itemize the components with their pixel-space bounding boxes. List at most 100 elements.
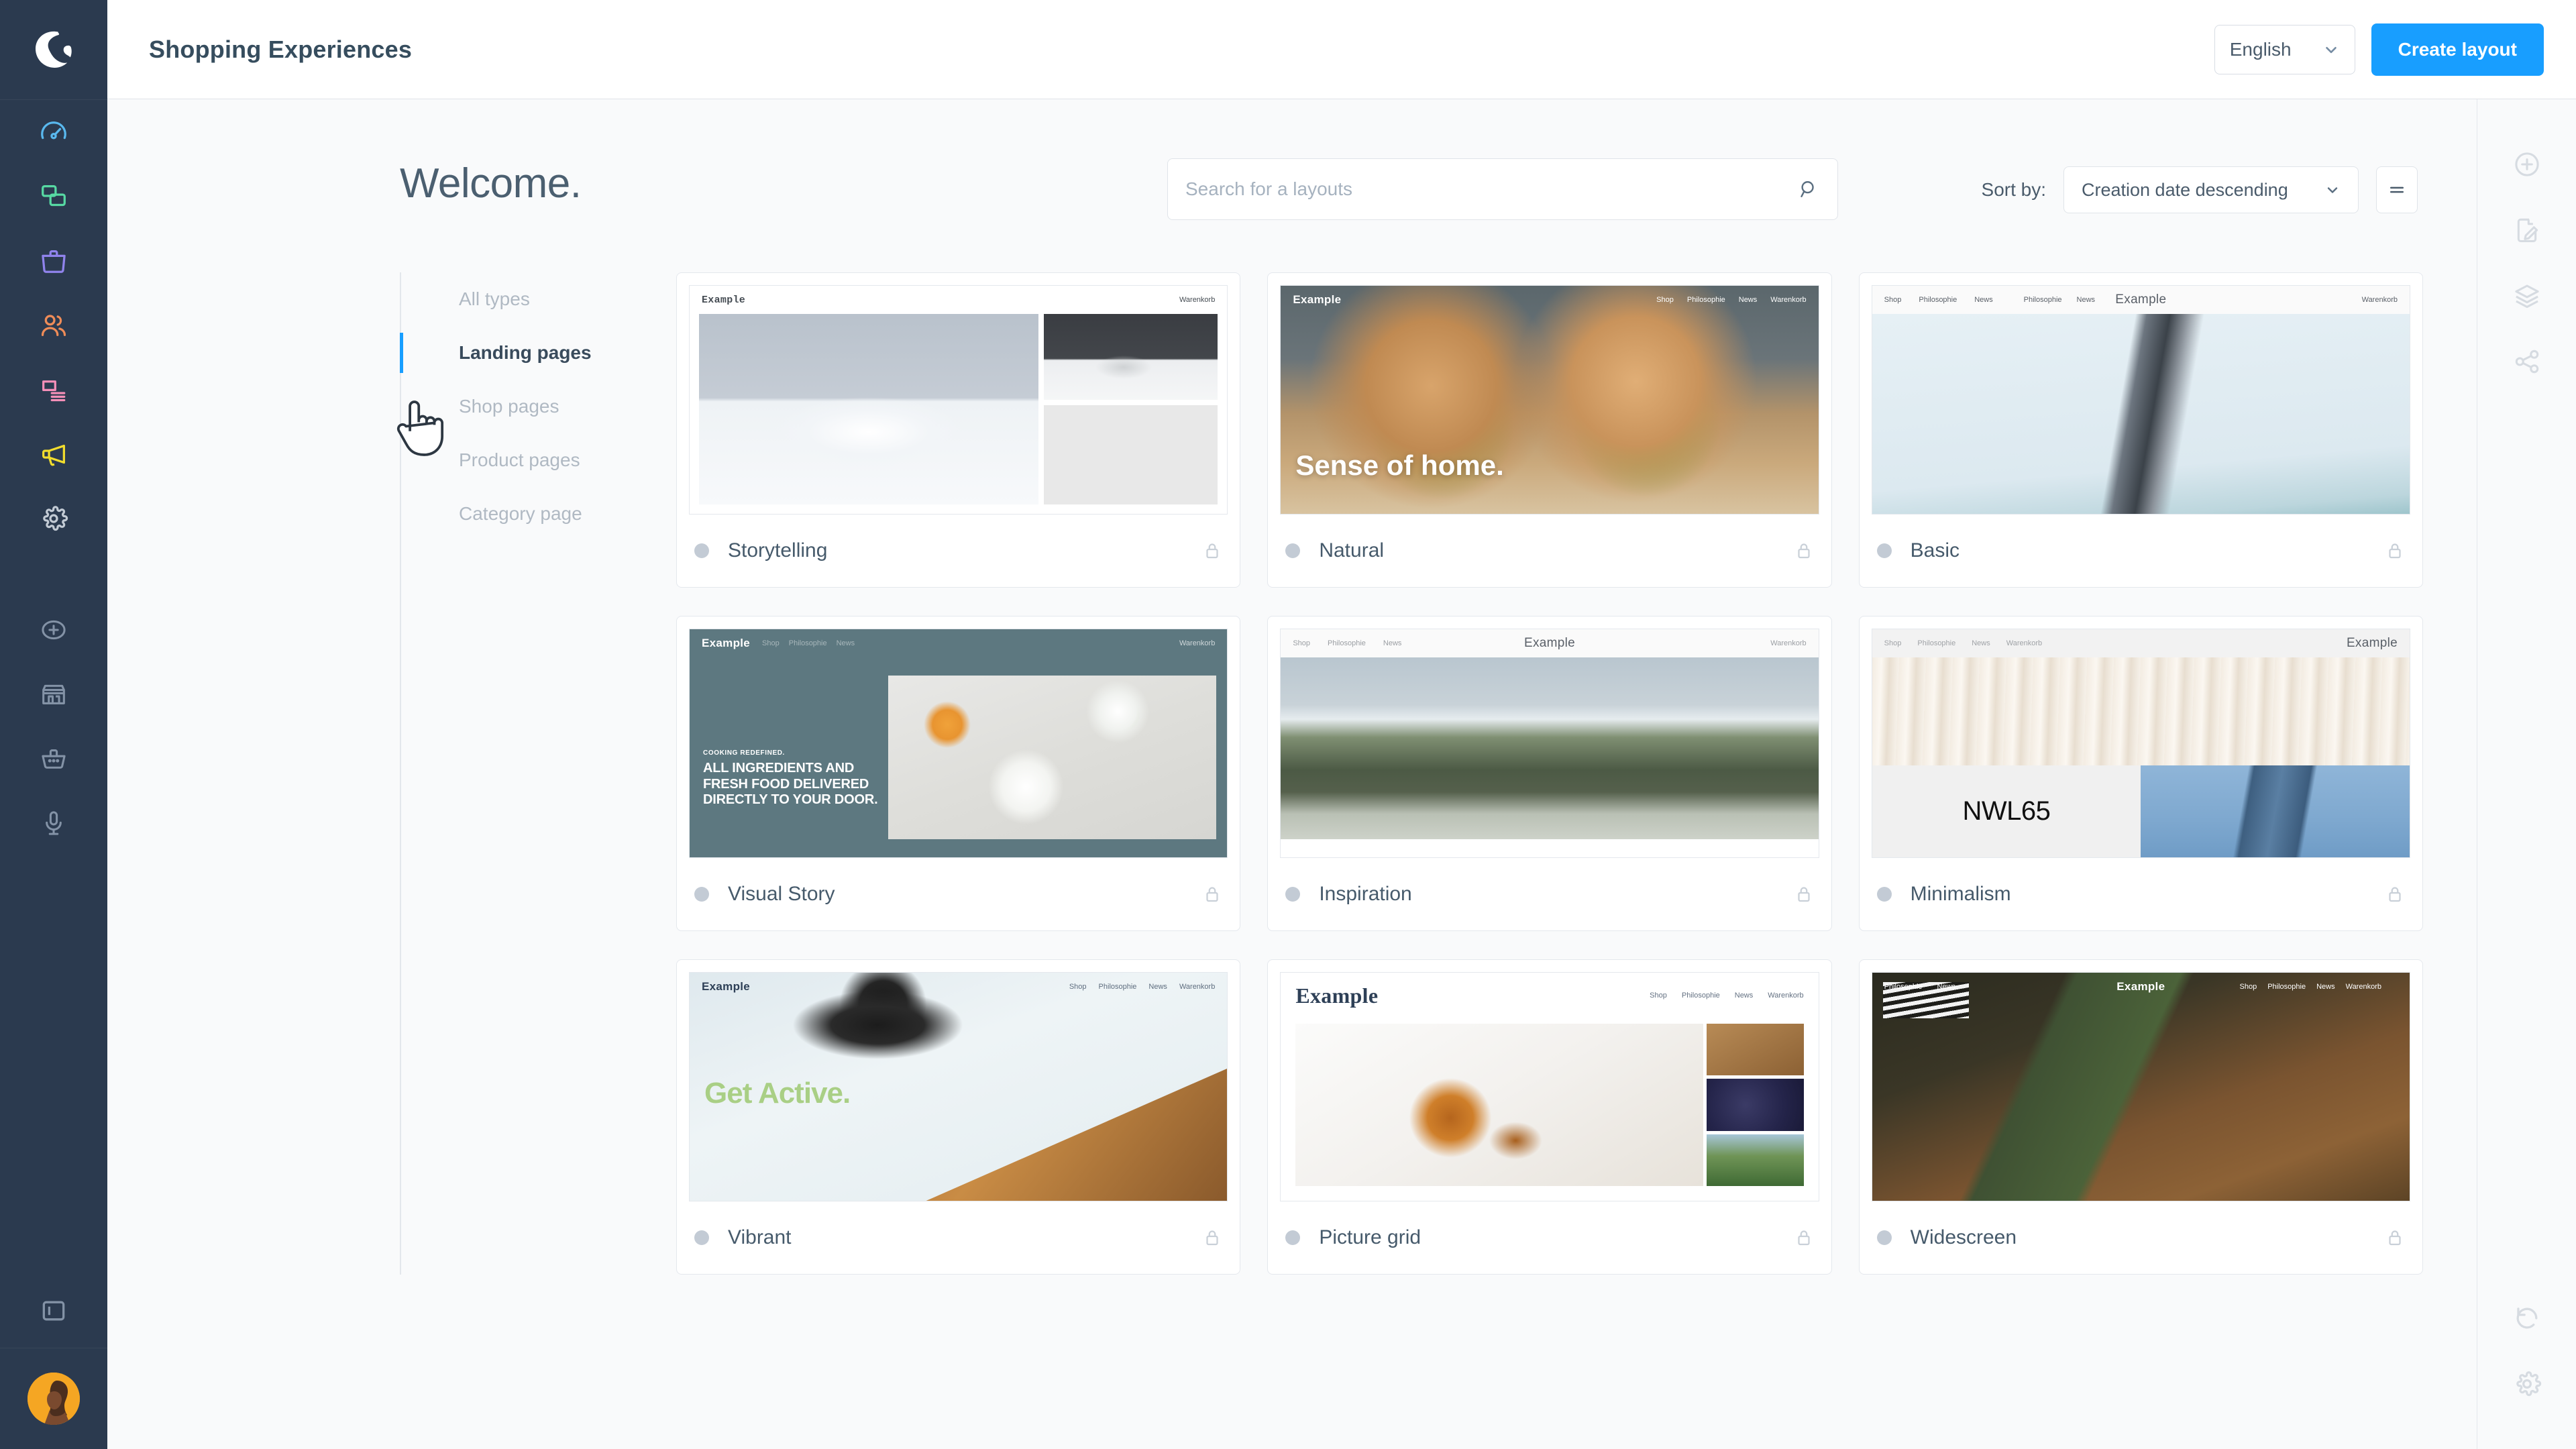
content-blocks-icon xyxy=(42,380,66,402)
layout-name: Visual Story xyxy=(728,883,835,905)
layout-card[interactable]: Example Shop Philosophie News Warenkorb xyxy=(676,959,1241,1275)
sidebar-item-voice[interactable] xyxy=(0,791,107,855)
share-icon xyxy=(2515,350,2538,374)
right-sidebar-share[interactable] xyxy=(2477,329,2576,394)
sidebar-item-dashboard[interactable] xyxy=(0,100,107,164)
preview-nav-link: Philosophie xyxy=(1919,296,1957,304)
sidebar-item-marketing[interactable] xyxy=(0,422,107,486)
lock-icon[interactable] xyxy=(2385,1228,2405,1248)
right-sidebar-settings[interactable] xyxy=(2477,1351,2576,1417)
language-select[interactable]: English xyxy=(2214,24,2355,74)
preview-nav-link: Shop xyxy=(1650,991,1667,1000)
layout-card[interactable]: Shop Philosophie News Warenkorb Example xyxy=(1858,616,2423,931)
filter-label: Category page xyxy=(459,503,582,524)
layout-preview: Example Shop Philosophie News Warenkorb xyxy=(1280,972,1819,1201)
preview-nav-link: News xyxy=(1937,983,1956,991)
preview-nav-link: News xyxy=(1383,639,1402,647)
layout-card[interactable]: Example Shop Philosophie News Warenkorb xyxy=(1267,272,1832,588)
content-area: Welcome. Sort by: Creation date descendi… xyxy=(107,99,2477,1449)
preview-nav-link: Shop xyxy=(1884,296,1902,304)
lock-icon[interactable] xyxy=(1202,541,1222,561)
lock-icon[interactable] xyxy=(1202,1228,1222,1248)
status-badge xyxy=(1876,887,1892,902)
preview-nav-link: Philosophie xyxy=(2267,983,2306,991)
lock-icon[interactable] xyxy=(1202,884,1222,904)
filter-item-landing-pages[interactable]: Landing pages xyxy=(400,326,635,380)
layout-card[interactable]: Shop Philosophie News Example Philosophi… xyxy=(1858,272,2423,588)
layout-card-footer: Natural xyxy=(1280,515,1819,587)
filter-item-product-pages[interactable]: Product pages xyxy=(447,433,635,487)
layout-card[interactable]: Example Shop Philosophie News Warenkorb … xyxy=(676,616,1241,931)
content-inner: Welcome. Sort by: Creation date descendi… xyxy=(107,152,2477,1275)
sidebar-item-customers[interactable] xyxy=(0,293,107,358)
layout-card-footer: Vibrant xyxy=(689,1201,1228,1274)
create-layout-button[interactable]: Create layout xyxy=(2371,23,2544,76)
layout-preview: Example Shop Philosophie News Warenkorb xyxy=(689,972,1228,1201)
search-box[interactable] xyxy=(1167,158,1838,220)
preview-nav-link: Shop xyxy=(1884,639,1902,647)
shopping-basket-icon xyxy=(42,749,66,769)
filter-item-all-types[interactable]: All types xyxy=(447,272,635,326)
app-logo[interactable] xyxy=(0,0,107,99)
welcome-heading: Welcome. xyxy=(400,160,582,207)
preview-nav-link: News xyxy=(1734,991,1754,1000)
layout-preview: Philosophie News Example Shop Philosophi… xyxy=(1871,972,2410,1201)
sidebar-item-orders[interactable] xyxy=(0,229,107,293)
user-menu[interactable] xyxy=(0,1348,107,1449)
sort-label: Sort by: xyxy=(1981,179,2046,200)
people-icon xyxy=(41,315,66,337)
layout-preview: Example Shop Philosophie News Warenkorb xyxy=(1280,285,1819,515)
view-toggle-button[interactable] xyxy=(2376,166,2418,213)
layout-name: Storytelling xyxy=(728,539,828,561)
megaphone-icon xyxy=(42,444,65,466)
filter-item-category-page[interactable]: Category page xyxy=(447,487,635,541)
lock-icon[interactable] xyxy=(2385,884,2405,904)
sidebar-item-add[interactable] xyxy=(0,598,107,662)
lock-icon[interactable] xyxy=(1794,884,1814,904)
lock-icon[interactable] xyxy=(2385,541,2405,561)
preview-nav-link: Philosophie xyxy=(1917,639,1956,647)
sidebar-item-basket[interactable] xyxy=(0,727,107,791)
layout-name: Natural xyxy=(1319,539,1385,561)
chevron-down-icon xyxy=(2322,41,2340,58)
status-badge xyxy=(694,543,709,558)
right-sidebar-history[interactable] xyxy=(2477,1285,2576,1351)
layout-card[interactable]: Philosophie News Example Shop Philosophi… xyxy=(1858,959,2423,1275)
left-sidebar xyxy=(0,0,107,1449)
search-icon[interactable] xyxy=(1797,178,1820,201)
sidebar-item-catalogues[interactable] xyxy=(0,164,107,229)
user-avatar xyxy=(28,1373,80,1425)
right-sidebar-layers[interactable] xyxy=(2477,263,2576,329)
preview-nav-link: Warenkorb xyxy=(1179,983,1216,991)
search-input[interactable] xyxy=(1185,178,1797,200)
sidebar-item-storefront[interactable] xyxy=(0,662,107,727)
layout-card[interactable]: Example Warenkorb Storytelling xyxy=(676,272,1241,588)
preview-nav-link: News xyxy=(836,639,855,647)
layout-name: Vibrant xyxy=(728,1226,792,1248)
app-root: Shopping Experiences English Create layo… xyxy=(0,0,2576,1449)
preview-brand: Example xyxy=(702,294,746,306)
right-sidebar-edit-content[interactable] xyxy=(2477,197,2576,263)
chevron-down-icon xyxy=(2324,182,2341,198)
lock-icon[interactable] xyxy=(1794,541,1814,561)
layout-card[interactable]: Shop Philosophie News Example Warenkorb xyxy=(1267,616,1832,931)
layout-card[interactable]: Example Shop Philosophie News Warenkorb xyxy=(1267,959,1832,1275)
preview-nav-link: Philosophie xyxy=(1328,639,1366,647)
preview-nav-link: News xyxy=(1148,983,1167,991)
microphone-icon xyxy=(46,811,62,835)
status-badge xyxy=(1285,887,1301,902)
preview-brand: Example xyxy=(1295,983,1379,1008)
collapse-sidebar-button[interactable] xyxy=(0,1274,107,1348)
filter-item-shop-pages[interactable]: Shop pages xyxy=(447,380,635,433)
app-header: Shopping Experiences English Create layo… xyxy=(107,0,2576,99)
right-sidebar-add-element[interactable] xyxy=(2477,131,2576,197)
lock-icon[interactable] xyxy=(1794,1228,1814,1248)
preview-nav-link: Philosophie xyxy=(1686,296,1725,304)
sidebar-item-content[interactable] xyxy=(0,358,107,422)
layout-name: Widescreen xyxy=(1910,1226,2017,1248)
layouts-section: All types Landing pages Shop pages Produ… xyxy=(354,272,2423,1275)
sort-select[interactable]: Creation date descending xyxy=(2063,166,2359,213)
layout-card-footer: Widescreen xyxy=(1872,1201,2410,1274)
sidebar-item-settings[interactable] xyxy=(0,486,107,551)
preview-headline: NWL65 xyxy=(1962,796,2051,826)
